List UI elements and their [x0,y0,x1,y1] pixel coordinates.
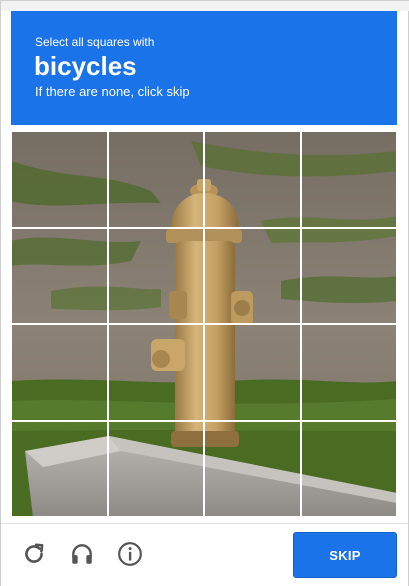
tile-r1c1[interactable] [11,131,108,228]
reload-icon [25,543,44,563]
tile-r2c3[interactable] [204,227,301,324]
tile-r4c3[interactable] [204,420,301,517]
reload-button[interactable] [19,539,49,569]
tile-r4c2[interactable] [107,420,204,517]
tile-r2c4[interactable] [300,227,397,324]
skip-button[interactable]: SKIP [293,532,397,578]
tile-r2c1[interactable] [11,227,108,324]
tile-r1c4[interactable] [300,131,397,228]
tile-r3c2[interactable] [107,324,204,421]
instruction-prefix: Select all squares with [35,35,155,49]
help-button[interactable] [115,539,145,569]
tile-r3c4[interactable] [300,324,397,421]
challenge-image-grid [11,131,397,517]
top-edge [1,1,409,11]
challenge-footer: SKIP [1,523,408,586]
instruction-suffix: If there are none, click skip [35,84,190,99]
tile-grid [11,131,397,517]
headphones-icon [72,544,92,564]
target-object-label: bicycles [34,51,137,81]
tile-r1c3[interactable] [204,131,301,228]
challenge-header: Select all squares with bicycles If ther… [11,11,397,125]
tile-r3c1[interactable] [11,324,108,421]
tile-r3c3[interactable] [204,324,301,421]
tile-r4c4[interactable] [300,420,397,517]
info-icon [118,542,142,566]
tile-r4c1[interactable] [11,420,108,517]
tile-r1c2[interactable] [107,131,204,228]
captcha-dialog: Select all squares with bicycles If ther… [0,0,409,586]
tile-r2c2[interactable] [107,227,204,324]
audio-challenge-button[interactable] [67,539,97,569]
